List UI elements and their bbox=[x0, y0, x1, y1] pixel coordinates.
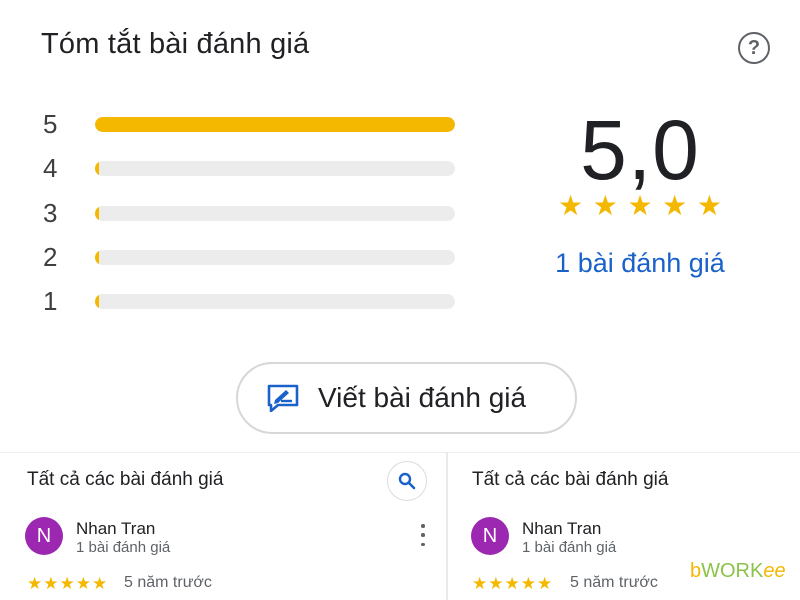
star-icon: ★ bbox=[558, 190, 584, 221]
review-summary: Tóm tắt bài đánh giá ? 5 4 3 2 1 5,0 ★ ★… bbox=[0, 0, 800, 450]
reviews-panel-left: Tất cả các bài đánh giá N Nhan Tran 1 bà… bbox=[0, 452, 446, 600]
rating-bar-fill bbox=[95, 205, 99, 221]
star-icon: ★ bbox=[592, 190, 618, 221]
rating-row-4[interactable]: 4 bbox=[40, 148, 460, 188]
search-icon bbox=[398, 472, 416, 490]
avatar[interactable]: N bbox=[25, 517, 63, 555]
review-time: 5 năm trước bbox=[124, 574, 212, 591]
all-reviews-title: Tất cả các bài đánh giá bbox=[472, 469, 669, 490]
write-review-label: Viết bài đánh giá bbox=[318, 382, 527, 413]
search-reviews-button[interactable] bbox=[387, 461, 427, 501]
reviewer-review-count: 1 bài đánh giá bbox=[522, 539, 617, 556]
review-time: 5 năm trước bbox=[570, 574, 658, 591]
summary-title: Tóm tắt bài đánh giá bbox=[41, 28, 310, 60]
rating-label: 5 bbox=[43, 108, 58, 139]
rating-bar-track bbox=[95, 205, 455, 221]
rating-row-3[interactable]: 3 bbox=[40, 193, 460, 233]
more-options-icon[interactable] bbox=[420, 524, 426, 546]
rating-bar-track bbox=[95, 116, 455, 132]
rating-row-5[interactable]: 5 bbox=[40, 104, 460, 144]
rating-label: 4 bbox=[43, 152, 58, 183]
reviewer-name[interactable]: Nhan Tran bbox=[76, 519, 155, 539]
help-circle-icon[interactable]: ? bbox=[738, 32, 770, 64]
rating-label: 2 bbox=[43, 241, 58, 272]
review-stars: ★★★★★ bbox=[472, 574, 554, 593]
rating-row-2[interactable]: 2 bbox=[40, 237, 460, 277]
review-stars: ★★★★★ bbox=[27, 574, 109, 593]
rating-bar-fill bbox=[95, 293, 99, 309]
write-review-button[interactable]: Viết bài đánh giá bbox=[236, 362, 577, 434]
rating-bar-track bbox=[95, 293, 455, 309]
rating-bar-fill bbox=[95, 116, 455, 132]
average-stars: ★ ★ ★ ★ ★ bbox=[558, 192, 722, 220]
rating-bar-fill bbox=[95, 249, 99, 265]
reviewer-name[interactable]: Nhan Tran bbox=[522, 519, 601, 539]
star-icon: ★ bbox=[662, 190, 688, 221]
rating-bar-track bbox=[95, 160, 455, 176]
average-rating: 5,0 bbox=[580, 103, 700, 197]
rating-bar-track bbox=[95, 249, 455, 265]
all-reviews-title: Tất cả các bài đánh giá bbox=[27, 469, 224, 490]
review-count-link[interactable]: 1 bài đánh giá bbox=[540, 248, 740, 279]
rating-label: 1 bbox=[43, 285, 58, 316]
rating-bar-fill bbox=[95, 160, 99, 176]
star-icon: ★ bbox=[696, 190, 722, 221]
reviewer-review-count: 1 bài đánh giá bbox=[76, 539, 171, 556]
bworkee-logo: bWORKee bbox=[690, 560, 786, 582]
avatar[interactable]: N bbox=[471, 517, 509, 555]
star-icon: ★ bbox=[627, 190, 653, 221]
rating-label: 3 bbox=[43, 197, 58, 228]
write-review-icon bbox=[267, 384, 299, 412]
rating-row-1[interactable]: 1 bbox=[40, 281, 460, 321]
